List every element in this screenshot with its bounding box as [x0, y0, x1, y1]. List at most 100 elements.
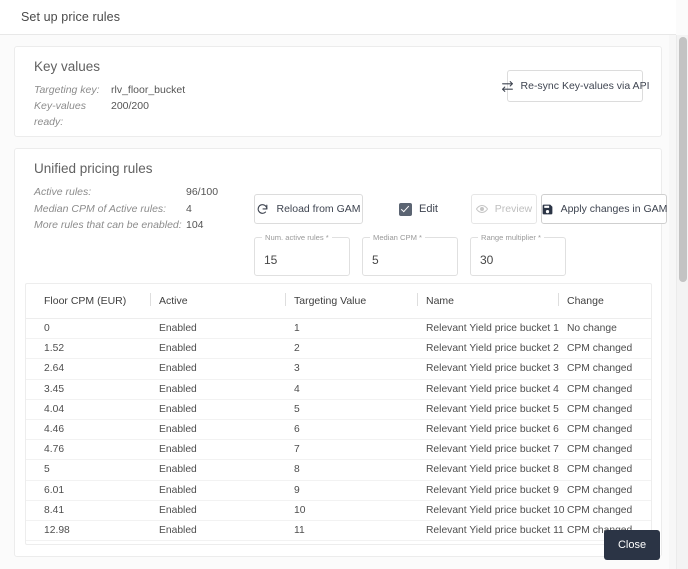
key-values-title: Key values [34, 59, 101, 74]
rules-table: Floor CPM (EUR) Active Targeting Value N… [26, 284, 651, 544]
table-row[interactable]: 4.04 Enabled 5 Relevant Yield price bucket … [26, 399, 651, 420]
cell-floor: 4.46 [26, 419, 159, 441]
save-icon [541, 203, 554, 216]
more-rules-label: More rules that can be enabled: [34, 219, 182, 231]
table-row[interactable]: 1.52 Enabled 2 Relevant Yield price bucket … [26, 338, 651, 360]
cell-active: Enabled [159, 399, 294, 420]
key-values-list: Targeting key: rlv_floor_bucket Key-valu… [34, 82, 185, 130]
column-header-floor-cpm[interactable]: Floor CPM (EUR) [26, 284, 159, 319]
column-header-change[interactable]: Change [558, 284, 651, 319]
dialog-header: Set up price rules [0, 0, 676, 35]
cell-name: Relevant Yield price bucket 7 [426, 439, 567, 461]
column-header-name[interactable]: Name [417, 284, 567, 319]
cell-name: Relevant Yield price bucket 5 [426, 399, 567, 420]
price-rules-dialog: Set up price rules Key values Targeting … [0, 0, 688, 569]
cell-active: Enabled [159, 338, 294, 360]
cell-active: Enabled [159, 439, 294, 461]
cell-target: 7 [294, 439, 426, 461]
resync-key-values-button[interactable]: Re-sync Key-values via API [501, 70, 649, 102]
cell-name: Relevant Yield price bucket 4 [426, 379, 567, 400]
cell-floor: 4.04 [26, 399, 159, 420]
median-cpm-label: Median CPM of Active rules: [34, 202, 167, 215]
range-multiplier-field[interactable]: Range multiplier * [470, 234, 566, 276]
num-active-rules-field[interactable]: Num. active rules * [254, 234, 350, 276]
table-row[interactable]: 3.45 Enabled 4 Relevant Yield price bucket … [26, 379, 651, 400]
table-row[interactable]: 2.64 Enabled 3 Relevant Yield price bucket … [26, 358, 651, 380]
median-cpm-input[interactable] [363, 235, 457, 275]
cell-floor: 4.76 [26, 439, 159, 461]
apply-changes-button[interactable]: Apply changes in GAM [540, 194, 667, 224]
table-row[interactable]: 8.41 Enabled 10 Relevant Yield price bucket… [26, 500, 651, 521]
median-cpm-field[interactable]: Median CPM * [362, 234, 458, 276]
column-header-active[interactable]: Active [150, 284, 294, 319]
cell-change: No change [567, 318, 651, 340]
cell-floor: 6.01 [26, 480, 159, 501]
cell-active: Enabled [159, 520, 294, 542]
table-row[interactable]: 21.73Enabled12Relevant Yield price bucke… [26, 540, 651, 544]
cell-floor: 5 [26, 459, 159, 481]
unified-pricing-rules-title: Unified pricing rules [34, 161, 153, 176]
rules-table-container[interactable]: Floor CPM (EUR) Active Targeting Value N… [25, 283, 652, 545]
inner-scroll-track[interactable] [669, 35, 676, 569]
cell-active: Enabled [159, 500, 294, 521]
table-row[interactable]: 4.46 Enabled 6 Relevant Yield price bucket … [26, 419, 651, 441]
column-header-change-label: Change [567, 295, 604, 307]
table-row[interactable]: 4.76 Enabled 7 Relevant Yield price bucket … [26, 439, 651, 461]
range-multiplier-input[interactable] [471, 235, 565, 275]
cell-active: Enabled [159, 358, 294, 380]
eye-icon [475, 203, 488, 215]
cell-change: CPM changed [567, 338, 651, 360]
table-header-row: Floor CPM (EUR) Active Targeting Value N… [26, 284, 651, 319]
cell-change: CPM changed [567, 500, 651, 521]
unified-pricing-rules-stats: Active rules: 96/100 Median CPM of Activ… [34, 184, 218, 234]
rules-parameter-fields: Num. active rules * Median CPM * Range m… [254, 234, 578, 276]
cell-floor: 1.52 [26, 338, 159, 360]
cell-target: 10 [294, 500, 426, 521]
table-row[interactable]: 5 Enabled 8 Relevant Yield price bucket 8 CP… [26, 459, 651, 481]
cell-target: 8 [294, 459, 426, 481]
column-header-targeting-value[interactable]: Targeting Value [285, 284, 426, 319]
cell-active: Enabled [159, 540, 294, 544]
cell-floor: 3.45 [26, 379, 159, 400]
reload-from-gam-button[interactable]: Reload from GAM [254, 194, 363, 224]
rules-table-head: Floor CPM (EUR) Active Targeting Value N… [26, 284, 651, 319]
vertical-scrollbar[interactable] [676, 35, 688, 569]
num-active-rules-input[interactable] [255, 235, 349, 275]
cell-name: Relevant Yield price bucket 10 [426, 500, 567, 521]
cell-name: Relevant Yield price bucket 3 [426, 358, 567, 380]
cell-name: Relevant Yield price bucket 8 [426, 459, 567, 481]
cell-target: 4 [294, 379, 426, 400]
resync-button-label: Re-sync Key-values via API [520, 80, 650, 92]
table-row[interactable]: 12.98 Enabled 11 Relevant Yield price bucke… [26, 520, 651, 542]
cell-change: CPM changed [567, 459, 651, 481]
cell-floor: 2.64 [26, 358, 159, 380]
cell-target: 9 [294, 480, 426, 501]
stat-row: More rules that can be enabled: 104 [34, 217, 218, 234]
cell-name: Relevant Yield price bucket 9 [426, 480, 567, 501]
cell-change: CPM changed [567, 439, 651, 461]
rules-controls: Reload from GAM Edit Preview Apply chang… [254, 194, 667, 224]
stat-row: Active rules: 96/100 [34, 184, 218, 201]
cell-target: 12 [294, 540, 426, 544]
key-values-row: Targeting key: rlv_floor_bucket [34, 82, 185, 98]
key-values-ready-value: 200/200 [111, 100, 149, 112]
active-rules-label: Active rules: [34, 186, 92, 198]
stat-row: Median CPM of Active rules: 4 [34, 201, 218, 218]
median-cpm-value: 4 [186, 202, 192, 215]
cell-active: Enabled [159, 419, 294, 441]
cell-target: 11 [294, 520, 426, 542]
dialog-body: Key values Targeting key: rlv_floor_buck… [0, 35, 676, 569]
close-button[interactable]: Close [604, 530, 660, 560]
checkbox-checked-icon[interactable] [399, 202, 412, 216]
table-row[interactable]: 0 Enabled 1 Relevant Yield price bucket 1 No… [26, 318, 651, 340]
refresh-icon [256, 203, 269, 216]
preview-button[interactable]: Preview [470, 194, 537, 224]
cell-target: 6 [294, 419, 426, 441]
table-row[interactable]: 6.01 Enabled 9 Relevant Yield price bucket … [26, 480, 651, 501]
cell-floor: 12.98 [26, 520, 159, 542]
cell-target: 1 [294, 318, 426, 340]
vertical-scrollbar-thumb[interactable] [679, 37, 687, 282]
edit-checkbox[interactable]: Edit [399, 202, 438, 216]
targeting-key-value: rlv_floor_bucket [111, 84, 186, 96]
cell-name: Relevant Yield price bucket 1 [426, 318, 567, 340]
